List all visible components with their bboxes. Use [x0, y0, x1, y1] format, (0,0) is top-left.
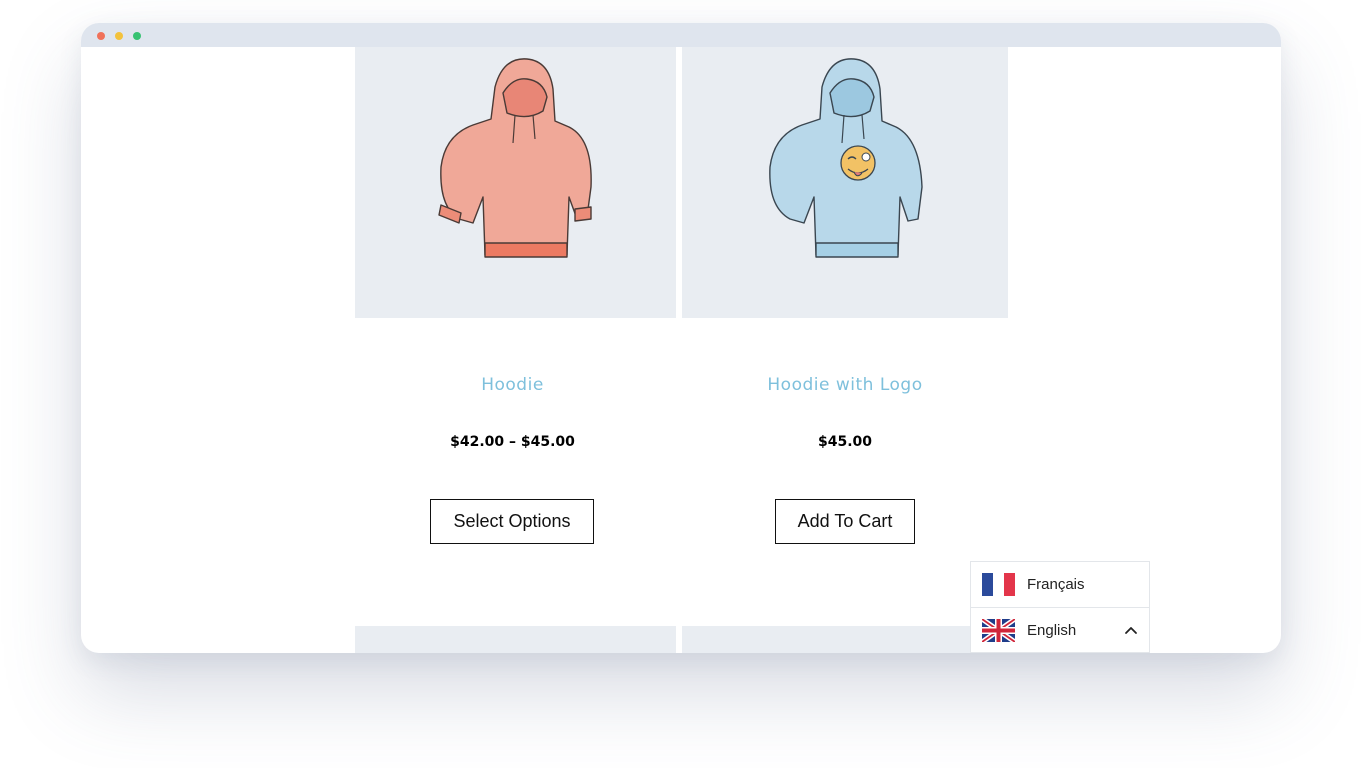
language-option-francais[interactable]: Français [971, 562, 1149, 607]
product-title-hoodie[interactable]: Hoodie [355, 375, 670, 395]
product-price-hoodie-with-logo: $45.00 [817, 434, 873, 450]
window-titlebar [81, 23, 1281, 47]
product-image-next-2[interactable] [682, 626, 1008, 653]
hoodie-pink-icon [438, 58, 592, 258]
maximize-window-dot[interactable] [133, 32, 141, 40]
language-label-english: English [1027, 621, 1077, 639]
winking-emoji-icon [840, 145, 876, 181]
hoodie-blue-logo-icon [769, 58, 923, 258]
product-title-hoodie-with-logo[interactable]: Hoodie with Logo [682, 375, 1008, 395]
select-options-button[interactable]: Select Options [430, 499, 594, 544]
product-image-hoodie[interactable] [355, 47, 676, 318]
uk-flag-icon [982, 618, 1015, 642]
product-price-hoodie: $42.00 – $45.00 [450, 434, 575, 450]
france-flag-icon [982, 573, 1015, 596]
product-image-hoodie-with-logo[interactable] [682, 47, 1008, 318]
minimize-window-dot[interactable] [115, 32, 123, 40]
language-switcher: Français English [970, 561, 1150, 653]
close-window-dot[interactable] [97, 32, 105, 40]
product-image-next-1[interactable] [355, 626, 676, 653]
language-label-francais: Français [1027, 576, 1085, 593]
browser-window: Hoodie $42.00 – $45.00 Select Options Ho… [81, 23, 1281, 653]
language-option-english[interactable]: English [971, 607, 1149, 652]
chevron-up-icon[interactable] [1123, 624, 1139, 636]
add-to-cart-button[interactable]: Add To Cart [775, 499, 915, 544]
